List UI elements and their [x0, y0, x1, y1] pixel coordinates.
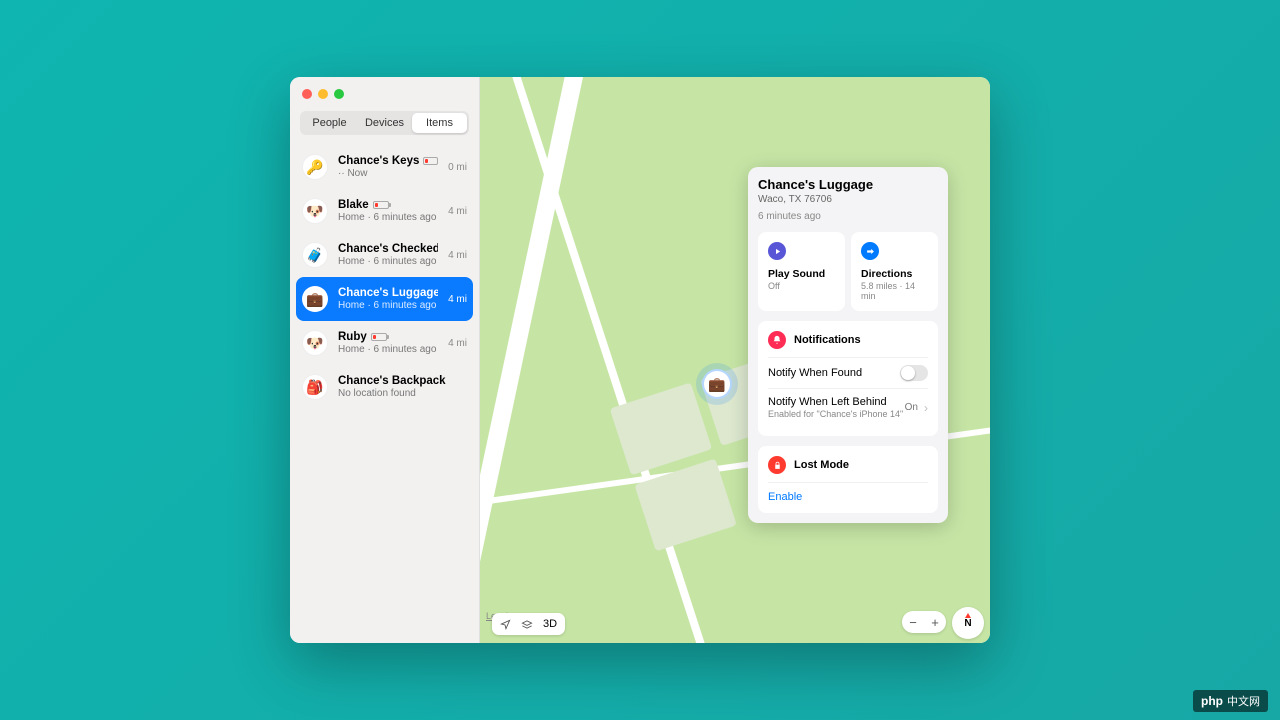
- item-icon: 🔑: [302, 154, 328, 180]
- map-view-controls: 3D: [492, 613, 565, 635]
- play-sound-label: Play Sound: [768, 268, 835, 280]
- notify-left-behind-label: Notify When Left Behind: [768, 396, 905, 408]
- item-icon: 🎒: [302, 374, 328, 400]
- item-title: Chance's Luggage: [758, 177, 938, 192]
- tab-items[interactable]: Items: [412, 113, 467, 133]
- play-sound-status: Off: [768, 281, 835, 291]
- play-sound-button[interactable]: Play Sound Off: [758, 232, 845, 311]
- notify-left-behind-status: On: [905, 402, 918, 413]
- notify-when-found-toggle[interactable]: [900, 365, 928, 381]
- fullscreen-window[interactable]: [334, 89, 344, 99]
- lost-mode-enable[interactable]: Enable: [768, 482, 928, 503]
- battery-low-icon: [371, 333, 387, 341]
- zoom-in-button[interactable]: +: [924, 611, 946, 633]
- notify-left-behind-sub: Enabled for "Chance's iPhone 14": [768, 409, 905, 419]
- watermark-badge: php 中文网: [1193, 690, 1268, 712]
- item-info: Chance's LuggageHome · 6 minutes ago: [338, 287, 438, 311]
- minimize-window[interactable]: [318, 89, 328, 99]
- directions-label: Directions: [861, 268, 928, 280]
- directions-button[interactable]: Directions 5.8 miles · 14 min: [851, 232, 938, 311]
- item-row[interactable]: 🔑 Chance's Keys·· Now 0 mi: [290, 145, 479, 189]
- directions-status: 5.8 miles · 14 min: [861, 281, 928, 301]
- map-road: [480, 77, 585, 643]
- item-icon: 🐶: [302, 330, 328, 356]
- item-name: Chance's Checked L...: [338, 243, 438, 255]
- lost-mode-section: Lost Mode Enable: [758, 446, 938, 513]
- battery-low-icon: [423, 157, 438, 165]
- item-row[interactable]: 🐶 RubyHome · 6 minutes ago 4 mi: [290, 321, 479, 365]
- notifications-heading: Notifications: [794, 334, 861, 346]
- item-sub: ·· Now: [338, 168, 438, 179]
- item-sub: No location found: [338, 388, 457, 399]
- sidebar: People Devices Items 🔑 Chance's Keys·· No…: [290, 77, 480, 643]
- item-name: Chance's Luggage: [338, 287, 438, 299]
- item-info: Chance's Checked L...Home · 6 minutes ag…: [338, 243, 438, 267]
- chevron-right-icon: ›: [924, 401, 928, 415]
- notify-left-behind-row[interactable]: Notify When Left Behind Enabled for "Cha…: [768, 388, 928, 426]
- item-row[interactable]: 🐶 BlakeHome · 6 minutes ago 4 mi: [290, 189, 479, 233]
- item-name: Chance's Backpack: [338, 375, 457, 387]
- zoom-out-button[interactable]: −: [902, 611, 924, 633]
- tab-people[interactable]: People: [302, 113, 357, 133]
- battery-low-icon: [373, 201, 389, 209]
- lost-mode-heading: Lost Mode: [794, 459, 849, 471]
- find-my-window: People Devices Items 🔑 Chance's Keys·· No…: [290, 77, 990, 643]
- item-icon: 🐶: [302, 198, 328, 224]
- item-sub: Home · 6 minutes ago: [338, 344, 438, 355]
- item-info: BlakeHome · 6 minutes ago: [338, 199, 438, 223]
- item-address: Waco, TX 76706: [758, 194, 938, 205]
- compass[interactable]: N: [952, 607, 984, 639]
- tab-selector: People Devices Items: [300, 111, 469, 135]
- directions-icon: [861, 242, 879, 260]
- item-sub: Home · 6 minutes ago: [338, 300, 438, 311]
- item-distance: 4 mi: [448, 250, 467, 261]
- map-layers-icon[interactable]: [521, 619, 533, 630]
- notify-when-found-row[interactable]: Notify When Found: [768, 357, 928, 388]
- close-window[interactable]: [302, 89, 312, 99]
- notifications-section: Notifications Notify When Found Notify W…: [758, 321, 938, 436]
- bell-icon: [768, 331, 786, 349]
- item-distance: 4 mi: [448, 206, 467, 217]
- map-3d-toggle[interactable]: 3D: [543, 618, 557, 630]
- item-sub: Home · 6 minutes ago: [338, 256, 438, 267]
- item-distance: 4 mi: [448, 338, 467, 349]
- item-sub: Home · 6 minutes ago: [338, 212, 438, 223]
- item-info: RubyHome · 6 minutes ago: [338, 331, 438, 355]
- location-arrow-icon[interactable]: [500, 619, 511, 630]
- item-name: Chance's Keys: [338, 155, 438, 167]
- item-pin[interactable]: 💼: [702, 369, 732, 399]
- item-info: Chance's BackpackNo location found: [338, 375, 457, 399]
- item-row[interactable]: 🎒 Chance's BackpackNo location found: [290, 365, 479, 409]
- item-info: Chance's Keys·· Now: [338, 155, 438, 179]
- item-distance: 0 mi: [448, 162, 467, 173]
- map-road: [502, 77, 726, 643]
- lock-icon: [768, 456, 786, 474]
- zoom-controls: − +: [902, 611, 946, 633]
- item-name: Ruby: [338, 331, 438, 343]
- notify-when-found-label: Notify When Found: [768, 367, 900, 379]
- item-distance: 4 mi: [448, 294, 467, 305]
- item-detail-panel: Chance's Luggage Waco, TX 76706 6 minute…: [748, 167, 948, 523]
- item-updated: 6 minutes ago: [758, 211, 938, 222]
- item-row[interactable]: 🧳 Chance's Checked L...Home · 6 minutes a…: [290, 233, 479, 277]
- item-icon: 🧳: [302, 242, 328, 268]
- play-icon: [768, 242, 786, 260]
- window-controls: [290, 77, 479, 105]
- item-name: Blake: [338, 199, 438, 211]
- items-list: 🔑Chance's Keys·· Now0 mi🐶BlakeHome · 6 m…: [290, 145, 479, 643]
- item-icon: 💼: [302, 286, 328, 312]
- tab-devices[interactable]: Devices: [357, 113, 412, 133]
- map[interactable]: 💼 Legal 3D − + N Chance's Luggage Waco, …: [480, 77, 990, 643]
- item-row[interactable]: 💼 Chance's LuggageHome · 6 minutes ago 4 m…: [296, 277, 473, 321]
